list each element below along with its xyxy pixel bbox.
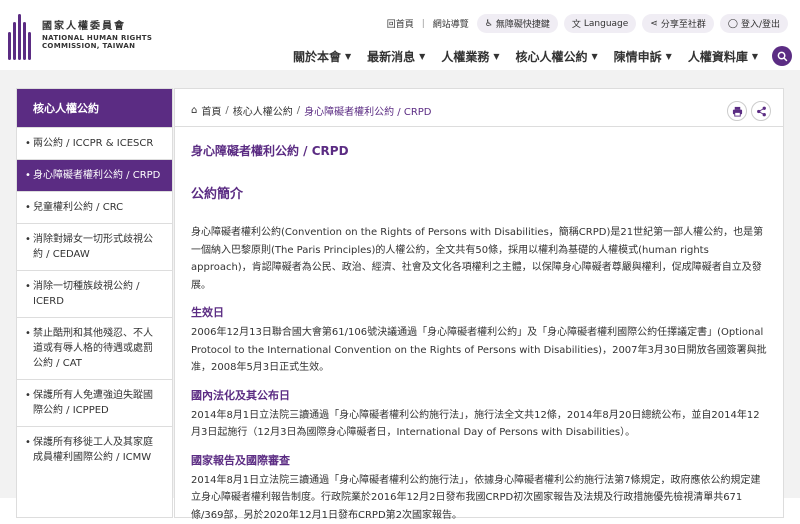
user-icon: ◯	[728, 19, 738, 29]
effective-date-heading: 生效日	[191, 304, 767, 320]
chevron-down-icon: ▼	[666, 52, 672, 61]
accessibility-icon: ♿	[485, 19, 493, 29]
login-button[interactable]: ◯ 登入/登出	[720, 14, 788, 33]
search-icon	[777, 51, 788, 62]
home-link[interactable]: 回首頁	[385, 17, 416, 30]
section-heading: 公約簡介	[191, 183, 767, 202]
chevron-down-icon: ▼	[592, 52, 598, 61]
page-body: 核心人權公約 •兩公約 / ICCPR & ICESCR •身心障礙者權利公約 …	[0, 70, 800, 498]
sidebar-item-cat[interactable]: •禁止酷刑和其他殘忍、不人道或有辱人格的待遇或處罰公約 / CAT	[17, 317, 172, 379]
language-icon: 文	[572, 17, 581, 30]
domestic-law-paragraph: 2014年8月1日立法院三讀通過「身心障礙者權利公約施行法」，施行法全文共12條…	[191, 407, 767, 442]
share-icon	[756, 106, 767, 117]
language-button[interactable]: 文 Language	[564, 14, 636, 33]
nav-about[interactable]: 關於本會▼	[285, 48, 359, 65]
print-icon	[732, 106, 743, 117]
nav-database[interactable]: 人權資料庫▼	[680, 48, 766, 65]
page-title: 身心障礙者權利公約 / CRPD	[191, 142, 767, 159]
share-icon: ⋖	[650, 19, 658, 29]
search-button[interactable]	[772, 46, 792, 66]
sidebar-item-icpped[interactable]: •保護所有人免遭強迫失蹤國際公約 / ICPPED	[17, 379, 172, 426]
sidebar: 核心人權公約 •兩公約 / ICCPR & ICESCR •身心障礙者權利公約 …	[16, 88, 173, 518]
logo-english-name-line2: COMMISSION, TAIWAN	[42, 42, 152, 51]
sidebar-item-iccpr-icescr[interactable]: •兩公約 / ICCPR & ICESCR	[17, 127, 172, 159]
chevron-down-icon: ▼	[419, 52, 425, 61]
logo-english-name-line1: NATIONAL HUMAN RIGHTS	[42, 34, 152, 43]
intro-paragraph: 身心障礙者權利公約(Convention on the Rights of Pe…	[191, 224, 767, 294]
accessibility-keys-button[interactable]: ♿ 無障礙快捷鍵	[477, 14, 558, 33]
chevron-down-icon: ▼	[752, 52, 758, 61]
effective-date-paragraph: 2006年12月13日聯合國大會第61/106號決議通過「身心障礙者權利公約」及…	[191, 324, 767, 377]
share-page-button[interactable]	[751, 101, 771, 121]
breadcrumb-level1[interactable]: 核心人權公約	[233, 103, 293, 118]
share-social-button[interactable]: ⋖ 分享至社群	[642, 14, 714, 33]
chevron-down-icon: ▼	[345, 52, 351, 61]
logo-chinese-name: 國家人權委員會	[42, 21, 152, 34]
breadcrumb: ⌂ 首頁 / 核心人權公約 / 身心障礙者權利公約 / CRPD	[191, 103, 767, 118]
sidebar-item-crc[interactable]: •兒童權利公約 / CRC	[17, 191, 172, 223]
page-tools	[727, 101, 771, 121]
sidebar-item-crpd[interactable]: •身心障礙者權利公約 / CRPD	[17, 159, 172, 191]
site-logo[interactable]: 國家人權委員會 NATIONAL HUMAN RIGHTS COMMISSION…	[8, 12, 152, 60]
domestic-law-heading: 國內法化及其公布日	[191, 387, 767, 403]
home-icon: ⌂	[191, 105, 197, 116]
sidebar-item-icmw[interactable]: •保護所有移徙工人及其家庭成員權利國際公約 / ICMW	[17, 426, 172, 473]
main-content: ⌂ 首頁 / 核心人權公約 / 身心障礙者權利公約 / CRPD	[174, 88, 784, 518]
national-report-heading: 國家報告及國際審查	[191, 452, 767, 468]
main-nav: 關於本會▼ 最新消息▼ 人權業務▼ 核心人權公約▼ 陳情申訴▼ 人權資料庫▼	[285, 46, 792, 66]
sidebar-item-cedaw[interactable]: •消除對婦女一切形式歧視公約 / CEDAW	[17, 223, 172, 270]
nav-core-conventions[interactable]: 核心人權公約▼	[507, 48, 605, 65]
logo-mark-icon	[8, 12, 34, 60]
nav-news[interactable]: 最新消息▼	[359, 48, 433, 65]
chevron-down-icon: ▼	[493, 52, 499, 61]
print-button[interactable]	[727, 101, 747, 121]
breadcrumb-current: 身心障礙者權利公約 / CRPD	[304, 103, 431, 118]
breadcrumb-home[interactable]: 首頁	[201, 103, 221, 118]
sidebar-item-icerd[interactable]: •消除一切種族歧視公約 / ICERD	[17, 270, 172, 317]
utility-bar: 回首頁 | 網站導覽 ♿ 無障礙快捷鍵 文 Language ⋖ 分享至社群 ◯…	[385, 14, 788, 33]
sidebar-title: 核心人權公約	[17, 89, 172, 127]
breadcrumb-divider	[175, 126, 783, 127]
sitemap-link[interactable]: 網站導覽	[431, 17, 471, 30]
nav-petitions[interactable]: 陳情申訴▼	[606, 48, 680, 65]
site-header: 國家人權委員會 NATIONAL HUMAN RIGHTS COMMISSION…	[0, 0, 800, 70]
nav-services[interactable]: 人權業務▼	[433, 48, 507, 65]
